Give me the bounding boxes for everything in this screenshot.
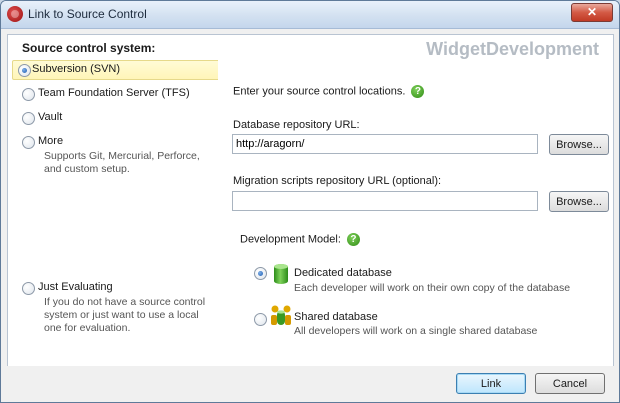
option-label: Just Evaluating — [38, 281, 113, 293]
title-bar[interactable]: Link to Source Control ✕ — [1, 1, 619, 29]
intro-label: Enter your source control locations. — [233, 85, 406, 98]
dedicated-database-description: Each developer will work on their own co… — [294, 282, 571, 294]
source-locations-panel: WidgetDevelopment Enter your source cont… — [218, 34, 614, 367]
link-button[interactable]: Link — [456, 373, 526, 394]
radio-more[interactable] — [22, 136, 35, 149]
option-label: More — [38, 135, 64, 147]
dialog-footer: Link Cancel — [1, 366, 619, 402]
development-model-heading: Development Model:? — [240, 233, 360, 246]
migration-repo-label: Migration scripts repository URL (option… — [233, 175, 442, 187]
db-repo-browse-button[interactable]: Browse... — [549, 134, 609, 155]
option-subversion[interactable]: Subversion (SVN) — [12, 60, 220, 80]
section-title: Source control system: — [22, 41, 156, 55]
dedicated-database-title: Dedicated database — [294, 267, 392, 279]
option-label: Subversion (SVN) — [32, 63, 121, 75]
option-label: Vault — [38, 111, 63, 123]
radio-just-evaluating[interactable] — [22, 282, 35, 295]
help-icon[interactable]: ? — [411, 85, 425, 98]
option-label: Team Foundation Server (TFS) — [38, 87, 190, 99]
shared-database-description: All developers will work on a single sha… — [294, 325, 538, 337]
db-repo-label: Database repository URL: — [233, 119, 360, 131]
radio-shared-database[interactable] — [254, 313, 267, 326]
db-repo-url-input[interactable] — [232, 134, 538, 154]
shared-database-icon — [271, 305, 291, 325]
database-icon — [274, 264, 288, 286]
migration-repo-browse-button[interactable]: Browse... — [549, 191, 609, 212]
cancel-button[interactable]: Cancel — [535, 373, 605, 394]
window-title: Link to Source Control — [28, 7, 147, 21]
radio-tfs[interactable] — [22, 88, 35, 101]
database-cylinder — [274, 264, 288, 284]
migration-repo-url-input[interactable] — [232, 191, 538, 211]
radio-dedicated-database[interactable] — [254, 267, 267, 280]
radio-vault[interactable] — [22, 112, 35, 125]
close-button[interactable]: ✕ — [571, 3, 613, 22]
development-model-label: Development Model: — [240, 233, 341, 246]
radio-subversion[interactable] — [18, 64, 31, 77]
dialog-window: Link to Source Control ✕ Source control … — [0, 0, 620, 403]
app-logo-icon — [7, 6, 23, 22]
option-more-description: Supports Git, Mercurial, Perforce, and c… — [44, 150, 200, 175]
database-name-label: WidgetDevelopment — [426, 39, 599, 59]
just-evaluating-description: If you do not have a source control syst… — [44, 296, 206, 334]
intro-text: Enter your source control locations.? — [233, 85, 425, 98]
source-control-system-panel: Source control system: Subversion (SVN) … — [7, 34, 220, 367]
shared-database-title: Shared database — [294, 311, 378, 323]
help-icon[interactable]: ? — [346, 233, 360, 246]
